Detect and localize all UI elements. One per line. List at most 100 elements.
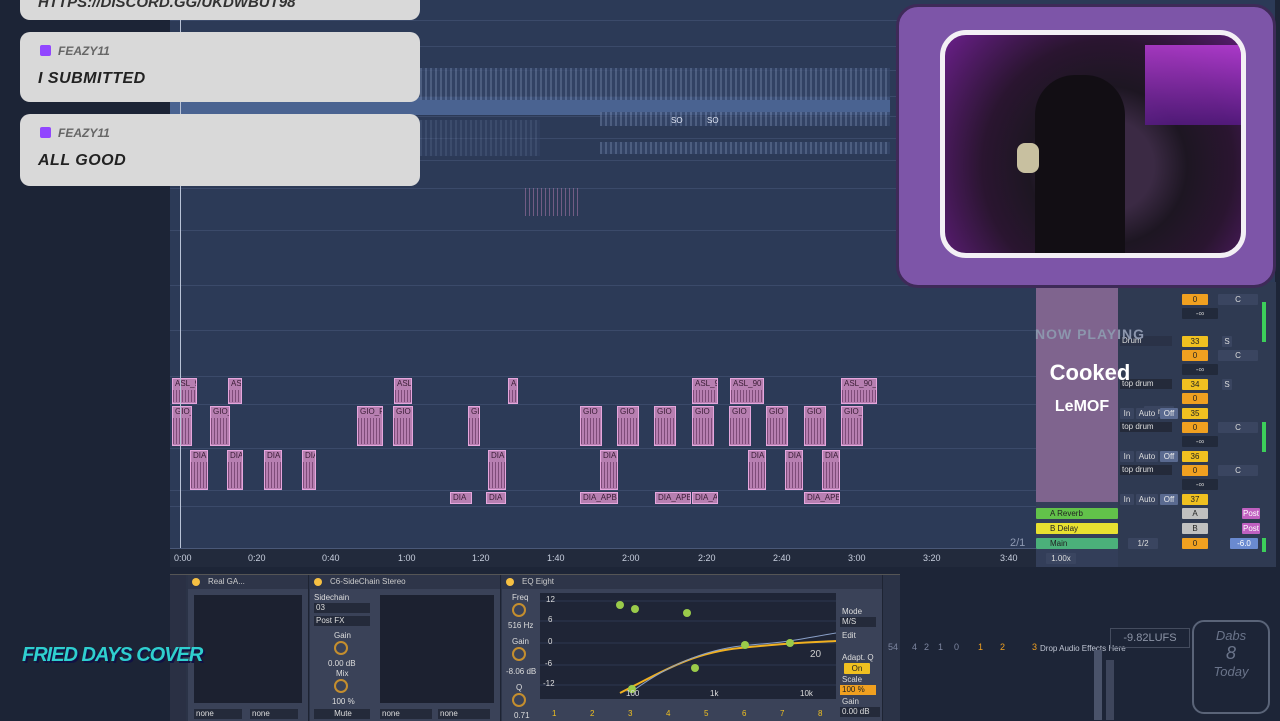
audio-clip[interactable]: DIA [600,450,618,490]
midi-clip-lane-4[interactable] [420,120,540,156]
in-button[interactable]: In [1120,494,1134,505]
audio-clip[interactable]: DIA [227,450,243,490]
track-input-select[interactable]: top drum [1120,465,1172,475]
main-volume[interactable]: 0 [1182,538,1208,549]
track-volume[interactable]: 0 [1182,422,1208,433]
return-track-a[interactable]: A Reverb [1036,508,1118,519]
return-b-number[interactable]: B [1182,523,1208,534]
band-number[interactable]: 2 [590,709,594,718]
band-number[interactable]: 3 [628,709,632,718]
device-select[interactable]: none [438,709,490,719]
audio-clip[interactable]: GIO_ [172,406,192,446]
audio-clip[interactable]: DIA_APB [655,492,691,504]
audio-clip[interactable]: DIA [450,492,472,504]
band-number[interactable]: 5 [704,709,708,718]
mute-button[interactable]: Mute [314,709,370,719]
track-number[interactable]: 37 [1182,494,1208,505]
track-pan[interactable]: C [1218,350,1258,361]
main-output[interactable]: 1/2 [1128,538,1158,549]
adapt-q-toggle[interactable]: On [844,663,870,674]
audio-clip[interactable]: A [508,378,518,404]
audio-clip[interactable]: GIO [617,406,639,446]
band-number[interactable]: 8 [818,709,822,718]
band-number[interactable]: 4 [666,709,670,718]
track-pan[interactable]: C [1218,465,1258,476]
audio-clip[interactable]: GIO [729,406,751,446]
off-button[interactable]: Off [1160,494,1178,505]
tempo-multiplier[interactable]: 1.00x [1046,553,1076,564]
midi-clip-lane-5[interactable] [525,188,580,216]
track-number[interactable]: 34 [1182,379,1208,390]
audio-clip[interactable]: GIO [766,406,788,446]
device-header[interactable]: EQ Eight [502,575,882,589]
audio-clip[interactable]: GIO_ [210,406,230,446]
audio-clip[interactable]: ASL_90_perc [172,378,197,404]
track-volume[interactable]: 0 [1182,294,1208,305]
freq-knob[interactable] [512,603,526,617]
audio-clip[interactable]: GIO [654,406,676,446]
auto-button[interactable]: Auto [1136,494,1158,505]
solo-button[interactable]: S [1222,336,1232,347]
audio-clip[interactable]: DIA_APB [580,492,618,504]
audio-clip[interactable]: DIA [486,492,506,504]
device-header[interactable]: Real GA... [188,575,308,589]
track-pan[interactable]: C [1218,294,1258,305]
audio-clip[interactable]: DIA [190,450,208,490]
off-button[interactable]: Off [1160,408,1178,419]
scale-value[interactable]: 100 % [840,685,876,695]
track-volume[interactable]: 0 [1182,393,1208,404]
eq-graph[interactable]: 12 6 0 -6 -12 100 1k 10k 20 [540,593,836,699]
q-knob[interactable] [512,693,526,707]
audio-clip[interactable]: DIA [748,450,766,490]
audio-clip[interactable]: GIO_F [357,406,383,446]
postfx-select[interactable]: Post FX [314,616,370,626]
audio-clip[interactable]: GIO [393,406,413,446]
mode-select[interactable]: M/S [840,617,876,627]
device-select[interactable]: none [250,709,298,719]
track-volume[interactable]: 0 [1182,350,1208,361]
device-header[interactable]: C6-SideChain Stereo [310,575,500,589]
track-number[interactable]: 33 [1182,336,1208,347]
track-volume[interactable]: 0 [1182,465,1208,476]
power-icon[interactable] [192,578,200,586]
band-number[interactable]: 1 [552,709,556,718]
track-number[interactable]: 36 [1182,451,1208,462]
audio-clip[interactable]: ASL_90 [692,378,718,404]
mix-knob[interactable] [334,679,348,693]
audio-clip[interactable]: DIA [785,450,803,490]
audio-clip[interactable]: ASL_90_ [841,378,877,404]
device-select[interactable]: none [380,709,432,719]
gain-knob[interactable] [512,647,526,661]
out-gain-value[interactable]: 0.00 dB [840,707,880,717]
main-db[interactable]: -6.0 [1230,538,1258,549]
audio-clip[interactable]: GIO_ [468,406,480,446]
audio-clip[interactable]: GIO [804,406,826,446]
midi-clip-lane-2[interactable] [600,112,890,126]
midi-clip-lane-3[interactable] [600,142,890,154]
band-number[interactable]: 6 [742,709,746,718]
audio-clip[interactable]: GIO [692,406,714,446]
post-button[interactable]: Post [1242,508,1260,519]
audio-clip[interactable]: ASL [228,378,242,404]
audio-clip[interactable]: DIA_APB [804,492,840,504]
sidechain-select[interactable]: 03 [314,603,370,613]
band-number[interactable]: 7 [780,709,784,718]
return-a-number[interactable]: A [1182,508,1208,519]
audio-clip[interactable]: DIA [264,450,282,490]
post-button[interactable]: Post [1242,523,1260,534]
track-number[interactable]: 35 [1182,408,1208,419]
main-track[interactable]: Main [1036,538,1118,549]
off-button[interactable]: Off [1160,451,1178,462]
audio-clip[interactable]: DIA_A [692,492,718,504]
audio-clip[interactable]: DIA [822,450,840,490]
solo-button[interactable]: S [1222,379,1232,390]
return-track-b[interactable]: B Delay [1036,523,1118,534]
power-icon[interactable] [506,578,514,586]
power-icon[interactable] [314,578,322,586]
audio-clip[interactable]: ASL [394,378,412,404]
track-pan[interactable]: C [1218,422,1258,433]
midi-clip-lane[interactable] [420,68,890,100]
audio-clip[interactable]: GIO_F [841,406,863,446]
gain-knob[interactable] [334,641,348,655]
device-select[interactable]: none [194,709,242,719]
